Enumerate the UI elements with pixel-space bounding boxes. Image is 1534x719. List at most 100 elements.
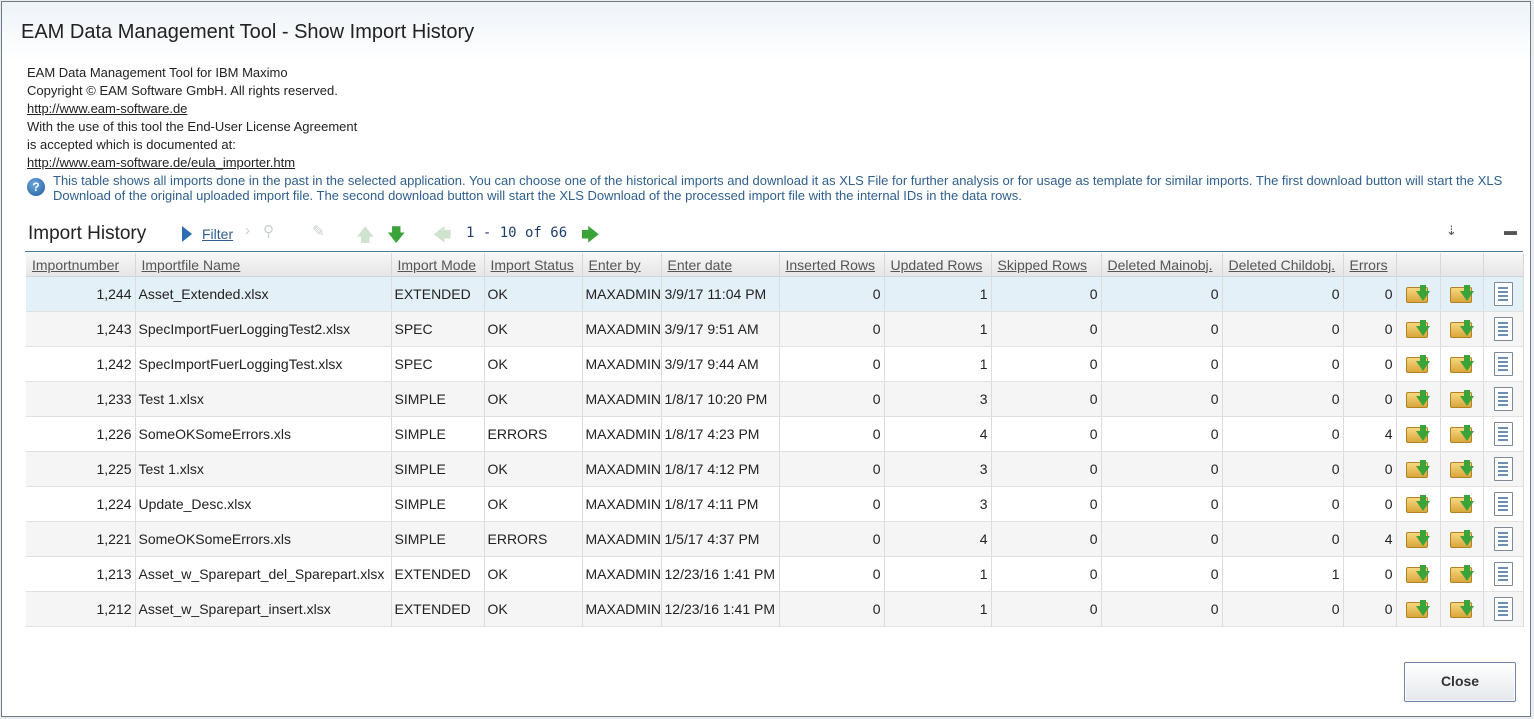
table-row[interactable]: 1,243 SpecImportFuerLoggingTest2.xlsx SPEC…: [26, 311, 1524, 347]
filter-triangle-icon[interactable]: [182, 226, 192, 242]
download-original-icon[interactable]: [1406, 493, 1430, 515]
log-document-icon[interactable]: [1493, 562, 1513, 586]
eraser-icon[interactable]: ✎: [312, 222, 325, 240]
company-link[interactable]: http://www.eam-software.de: [27, 100, 357, 118]
download-original-icon[interactable]: [1406, 353, 1430, 375]
table-cell: ERRORS: [484, 416, 583, 452]
table-row[interactable]: 1,224 Update_Desc.xlsx SIMPLE OK MAXADMIN 1/8…: [26, 486, 1524, 522]
log-document-icon[interactable]: [1493, 422, 1513, 446]
download-processed-icon[interactable]: [1449, 493, 1474, 515]
column-header[interactable]: Inserted Rows: [779, 253, 885, 277]
table-cell: 1/8/17 4:23 PM: [661, 416, 780, 452]
table-cell: MAXADMIN: [582, 311, 662, 347]
download-original-icon[interactable]: [1406, 388, 1430, 410]
download-processed-icon[interactable]: [1449, 458, 1474, 480]
download-original-icon[interactable]: [1406, 318, 1430, 340]
product-info: EAM Data Management Tool for IBM Maximo …: [27, 64, 357, 172]
table-cell: ERRORS: [484, 521, 583, 557]
download-original-icon[interactable]: [1406, 563, 1430, 585]
table-cell: SIMPLE: [391, 381, 485, 417]
table-cell: Asset_w_Sparepart_del_Sparepart.xlsx: [135, 556, 392, 592]
download-original-icon[interactable]: [1406, 528, 1430, 550]
column-header[interactable]: Importnumber: [26, 253, 136, 277]
table-cell: MAXADMIN: [582, 521, 662, 557]
column-header[interactable]: Enter by: [582, 253, 662, 277]
log-document-icon[interactable]: [1493, 527, 1513, 551]
table-cell: SomeOKSomeErrors.xls: [135, 416, 392, 452]
table-cell: 0: [1343, 556, 1397, 592]
column-header[interactable]: Deleted Childobj.: [1222, 253, 1344, 277]
product-name: EAM Data Management Tool for IBM Maximo: [27, 65, 288, 80]
arrow-left-icon[interactable]: 🡄: [433, 223, 452, 253]
arrow-down-icon[interactable]: 🡇: [387, 223, 406, 253]
log-document-icon[interactable]: [1493, 387, 1513, 411]
close-button[interactable]: Close: [1404, 662, 1516, 702]
table-cell: 0: [1101, 381, 1223, 417]
column-header[interactable]: Skipped Rows: [991, 253, 1102, 277]
log-document-icon[interactable]: [1493, 457, 1513, 481]
table-row[interactable]: 1,225 Test 1.xlsx SIMPLE OK MAXADMIN 1/8/17 4…: [26, 451, 1524, 487]
table-row[interactable]: 1,226 SomeOKSomeErrors.xls SIMPLE ERRORS MAX…: [26, 416, 1524, 452]
arrow-up-icon[interactable]: 🡅: [356, 223, 375, 253]
table-cell: 1: [884, 311, 992, 347]
table-cell: 0: [1101, 311, 1223, 347]
download-original-icon[interactable]: [1406, 283, 1430, 305]
table-cell: SPEC: [391, 311, 485, 347]
download-processed-icon[interactable]: [1449, 528, 1474, 550]
table-row[interactable]: 1,212 Asset_w_Sparepart_insert.xlsx EXTEND…: [26, 591, 1524, 627]
download-original-cell: [1396, 556, 1441, 592]
table-row[interactable]: 1,221 SomeOKSomeErrors.xls SIMPLE ERRORS MAX…: [26, 521, 1524, 557]
dialog-titlebar: EAM Data Management Tool - Show Import H…: [2, 2, 1530, 62]
download-processed-icon[interactable]: [1449, 283, 1474, 305]
column-header[interactable]: Deleted Mainobj.: [1101, 253, 1223, 277]
log-document-icon[interactable]: [1493, 352, 1513, 376]
collapse-icon[interactable]: ▬: [1504, 223, 1517, 238]
download-processed-cell: [1440, 556, 1484, 592]
column-header-action: [1483, 253, 1524, 277]
download-original-icon[interactable]: [1406, 598, 1430, 620]
table-cell: 0: [779, 381, 885, 417]
log-document-icon[interactable]: [1493, 492, 1513, 516]
table-row[interactable]: 1,233 Test 1.xlsx SIMPLE OK MAXADMIN 1/8/17 1…: [26, 381, 1524, 417]
log-document-icon[interactable]: [1493, 282, 1513, 306]
copyright: Copyright © EAM Software GmbH. All right…: [27, 83, 338, 98]
arrow-right-icon[interactable]: 🡆: [581, 223, 600, 253]
download-processed-icon[interactable]: [1449, 598, 1474, 620]
table-cell: 12/23/16 1:41 PM: [661, 591, 780, 627]
column-header[interactable]: Errors: [1343, 253, 1397, 277]
download-original-icon[interactable]: [1406, 458, 1430, 480]
filter-link[interactable]: Filter: [202, 226, 233, 242]
column-header[interactable]: Import Mode: [391, 253, 485, 277]
download-processed-icon[interactable]: [1449, 423, 1474, 445]
download-table-icon[interactable]: ⇣: [1446, 223, 1457, 239]
table-cell: SPEC: [391, 346, 485, 382]
log-document-icon[interactable]: [1493, 317, 1513, 341]
table-cell: 0: [1101, 451, 1223, 487]
download-processed-icon[interactable]: [1449, 318, 1474, 340]
download-processed-icon[interactable]: [1449, 563, 1474, 585]
table-cell: 0: [1222, 521, 1344, 557]
column-header-action: [1396, 253, 1441, 277]
download-original-icon[interactable]: [1406, 423, 1430, 445]
download-original-cell: [1396, 591, 1441, 627]
column-header[interactable]: Updated Rows: [884, 253, 992, 277]
download-processed-cell: [1440, 311, 1484, 347]
eula-link[interactable]: http://www.eam-software.de/eula_importer…: [27, 154, 357, 172]
log-document-icon[interactable]: [1493, 597, 1513, 621]
download-processed-icon[interactable]: [1449, 388, 1474, 410]
download-processed-icon[interactable]: [1449, 353, 1474, 375]
table-cell: 12/23/16 1:41 PM: [661, 556, 780, 592]
download-original-cell: [1396, 486, 1441, 522]
license-line-1: With the use of this tool the End-User L…: [27, 119, 358, 134]
table-cell: MAXADMIN: [582, 556, 662, 592]
table-row[interactable]: 1,242 SpecImportFuerLoggingTest.xlsx SPEC O…: [26, 346, 1524, 382]
column-header[interactable]: Enter date: [661, 253, 780, 277]
column-header[interactable]: Importfile Name: [135, 253, 392, 277]
download-original-cell: [1396, 381, 1441, 417]
table-cell: 0: [1343, 276, 1397, 312]
table-row[interactable]: 1,244 Asset_Extended.xlsx EXTENDED OK MAXADM…: [26, 276, 1524, 312]
table-row[interactable]: 1,213 Asset_w_Sparepart_del_Sparepart.xls…: [26, 556, 1524, 592]
table-cell: MAXADMIN: [582, 486, 662, 522]
column-header[interactable]: Import Status: [484, 253, 583, 277]
search-icon[interactable]: ⚲: [263, 222, 274, 240]
